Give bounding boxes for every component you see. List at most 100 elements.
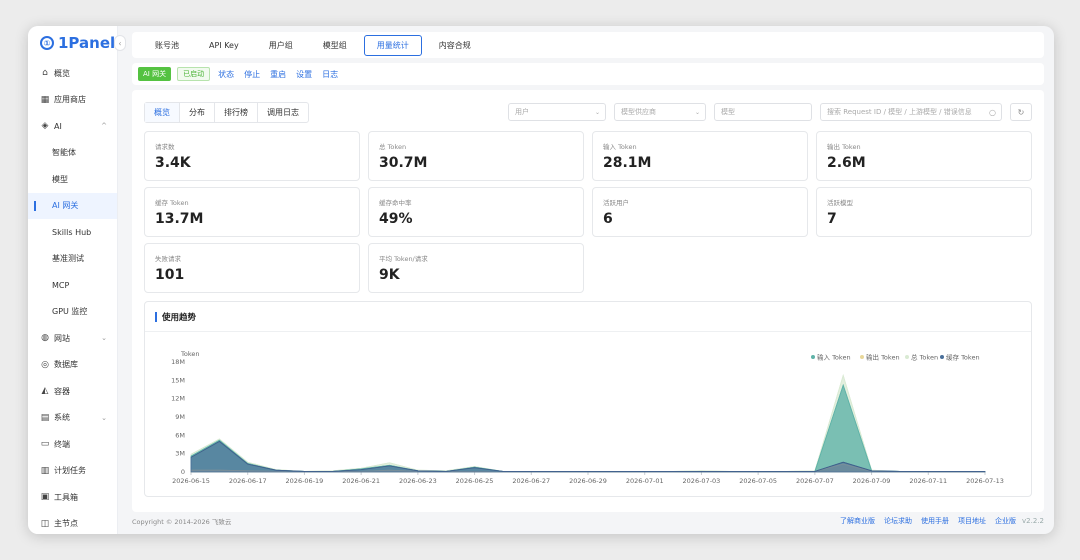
sidebar-item-label: 网站 xyxy=(54,333,70,343)
tab-4[interactable]: 用量统计 xyxy=(363,34,422,56)
model-input[interactable]: 模型 xyxy=(714,103,812,121)
gateway-action-link[interactable]: 停止 xyxy=(244,69,260,80)
view-tab-2[interactable]: 排行榜 xyxy=(215,102,258,122)
gateway-action-link[interactable]: 日志 xyxy=(322,69,338,80)
usage-trend-card: 使用趋势 Token 0 3M 6M 9M 12M 15M 18M 2026-06-15 2026… xyxy=(144,301,1032,497)
footer: Copyright © 2014-2026 飞致云 了解商业版 论坛求助 使用手册项… xyxy=(132,510,1044,532)
footer-link[interactable]: 使用手册 xyxy=(921,516,949,526)
sidebar-item-label: 主节点 xyxy=(54,519,78,529)
search-icon[interactable]: ○ xyxy=(989,108,996,117)
sidebar-item-5[interactable]: AI 网关 xyxy=(28,192,117,219)
tab-0[interactable]: 账号池 xyxy=(142,35,192,56)
sidebar-item-7[interactable]: 基准测试 xyxy=(28,246,117,273)
sidebar-item-label: 工具箱 xyxy=(54,492,78,502)
sidebar-item-12[interactable]: ◭ 容器 xyxy=(28,378,117,405)
chevron-icon: ^ xyxy=(101,122,107,131)
view-tab-3[interactable]: 调用日志 xyxy=(258,103,308,122)
sidebar-item-label: AI xyxy=(54,121,62,131)
search-input[interactable]: 搜索 Request ID / 模型 / 上游模型 / 错误信息 ○ xyxy=(820,103,1002,121)
logo-icon: ① xyxy=(40,36,54,50)
gateway-action-link[interactable]: 设置 xyxy=(296,69,312,80)
sidebar-item-8[interactable]: MCP xyxy=(28,272,117,299)
database-icon: ◎ xyxy=(41,359,49,370)
user-select[interactable]: 用户 ⌄ xyxy=(508,103,606,121)
x-tick-label: 2026-06-17 xyxy=(229,477,267,485)
sidebar-item-15[interactable]: ▥ 计划任务 xyxy=(28,458,117,485)
x-tick-label: 2026-07-09 xyxy=(853,477,891,485)
x-tick-label: 2026-06-25 xyxy=(456,477,494,485)
filters: 用户 ⌄ 模型供应商 ⌄ 模型 搜索 Request ID / 模型 / 上游模… xyxy=(500,103,1032,121)
y-axis-label: Token xyxy=(180,350,200,358)
legend-label[interactable]: 缓存 Token xyxy=(946,353,980,362)
provider-select[interactable]: 模型供应商 ⌄ xyxy=(614,103,706,121)
main-area: 账号池 API Key 用户组 模型组 用量统计 内容合规 AI 网关 已启动 状态 停止重… xyxy=(118,26,1054,534)
gateway-toolbar: AI 网关 已启动 状态 停止 重启 设置 日志 xyxy=(132,63,1044,85)
logo-text: 1Panel xyxy=(58,34,116,52)
legend-label[interactable]: 总 Token xyxy=(911,353,938,362)
y-tick-label: 18M xyxy=(171,358,185,366)
footer-link[interactable]: 企业版 xyxy=(995,516,1016,526)
stat-card: 输出 Token 2.6M xyxy=(816,131,1032,181)
user-select-placeholder: 用户 xyxy=(515,108,529,116)
legend-swatch xyxy=(811,355,815,359)
sidebar-item-0[interactable]: ⌂ 概览 xyxy=(28,60,117,87)
footer-link[interactable]: 论坛求助 xyxy=(884,516,912,526)
sidebar-item-6[interactable]: Skills Hub xyxy=(28,219,117,246)
stat-value: 3.4K xyxy=(155,155,191,171)
model-input-placeholder: 模型 xyxy=(721,108,735,116)
refresh-button[interactable]: ↻ xyxy=(1010,103,1032,121)
x-tick-label: 2026-07-01 xyxy=(626,477,664,485)
sidebar-item-9[interactable]: GPU 监控 xyxy=(28,299,117,326)
stat-card: 失败请求 101 xyxy=(144,243,360,293)
sidebar-item-13[interactable]: ▤ 系统 ⌄ xyxy=(28,405,117,432)
stat-label: 失败请求 xyxy=(155,255,181,263)
footer-link[interactable]: 项目地址 xyxy=(958,516,986,526)
sidebar-item-label: 数据库 xyxy=(54,360,78,370)
gateway-action-link[interactable]: 状态 xyxy=(218,69,234,80)
sidebar-item-1[interactable]: ▦ 应用商店 xyxy=(28,87,117,114)
container-icon: ◭ xyxy=(41,386,49,397)
sidebar-item-label: 智能体 xyxy=(52,148,76,158)
sidebar-item-2[interactable]: ◈ AI ^ xyxy=(28,113,117,140)
gateway-badge: AI 网关 xyxy=(138,67,172,81)
sidebar-item-label: 模型 xyxy=(52,174,68,184)
sidebar-item-16[interactable]: ▣ 工具箱 xyxy=(28,484,117,511)
sidebar-item-3[interactable]: 智能体 xyxy=(28,140,117,167)
tab-5[interactable]: 内容合规 xyxy=(426,35,484,56)
sidebar-item-label: 计划任务 xyxy=(54,466,86,476)
home-icon: ⌂ xyxy=(42,68,48,79)
view-tab-0[interactable]: 概览 xyxy=(145,102,180,122)
sidebar-item-4[interactable]: 模型 xyxy=(28,166,117,193)
legend-label[interactable]: 输入 Token xyxy=(817,353,851,362)
footer-links: 了解商业版 论坛求助 使用手册 项目地址 企业版 v2.2.2 xyxy=(831,516,1044,526)
sidebar-item-10[interactable]: ◍ 网站 ⌄ xyxy=(28,325,117,352)
y-tick-label: 0 xyxy=(181,468,185,476)
x-tick-label: 2026-06-29 xyxy=(569,477,607,485)
system-icon: ▤ xyxy=(40,412,50,423)
sidebar-item-label: GPU 监控 xyxy=(52,307,88,317)
footer-link[interactable]: 了解商业版 xyxy=(840,516,875,526)
y-tick-label: 15M xyxy=(171,376,185,384)
view-tabs: 概览 分布 排行榜 调用日志 xyxy=(144,101,309,123)
sidebar-item-11[interactable]: ◎ 数据库 xyxy=(28,352,117,379)
stat-value: 9K xyxy=(379,267,400,283)
tab-2[interactable]: 用户组 xyxy=(256,35,306,56)
tab-1[interactable]: API Key xyxy=(196,36,252,55)
tab-3[interactable]: 模型组 xyxy=(310,35,360,56)
globe-icon: ◍ xyxy=(41,333,49,344)
gateway-action-link[interactable]: 重启 xyxy=(270,69,286,80)
sidebar-item-label: 容器 xyxy=(54,386,70,396)
panel-toolbar: 概览 分布 排行榜 调用日志 用户 ⌄ 模型供应商 ⌄ 模型 搜索 Request I… xyxy=(144,101,1032,123)
stat-label: 请求数 xyxy=(155,143,175,151)
legend-label[interactable]: 输出 Token xyxy=(866,353,900,362)
trend-title: 使用趋势 xyxy=(162,312,197,323)
view-tab-1[interactable]: 分布 xyxy=(180,102,215,122)
robot-icon: ◈ xyxy=(41,121,49,132)
logo[interactable]: ① 1Panel xyxy=(28,26,117,60)
sidebar-item-14[interactable]: ▭ 终端 xyxy=(28,431,117,458)
sidebar-item-17[interactable]: ◫ 主节点 xyxy=(28,511,117,535)
collapse-sidebar-button[interactable]: ‹ xyxy=(114,35,126,51)
sidebar-nav: ⌂ 概览 ▦ 应用商店 ◈ AI ^ 智能体模型 AI 网关 Skills Hub 基准测试 MCP G… xyxy=(28,60,117,534)
app-window: ① 1Panel ‹ ⌂ 概览 ▦ 应用商店 ◈ AI ^ 智能体 模型 AI 网关 Skills … xyxy=(28,26,1054,534)
usage-trend-chart[interactable]: Token 0 3M 6M 9M 12M 15M 18M 2026-06-15 2026-06-1… xyxy=(145,334,1029,498)
